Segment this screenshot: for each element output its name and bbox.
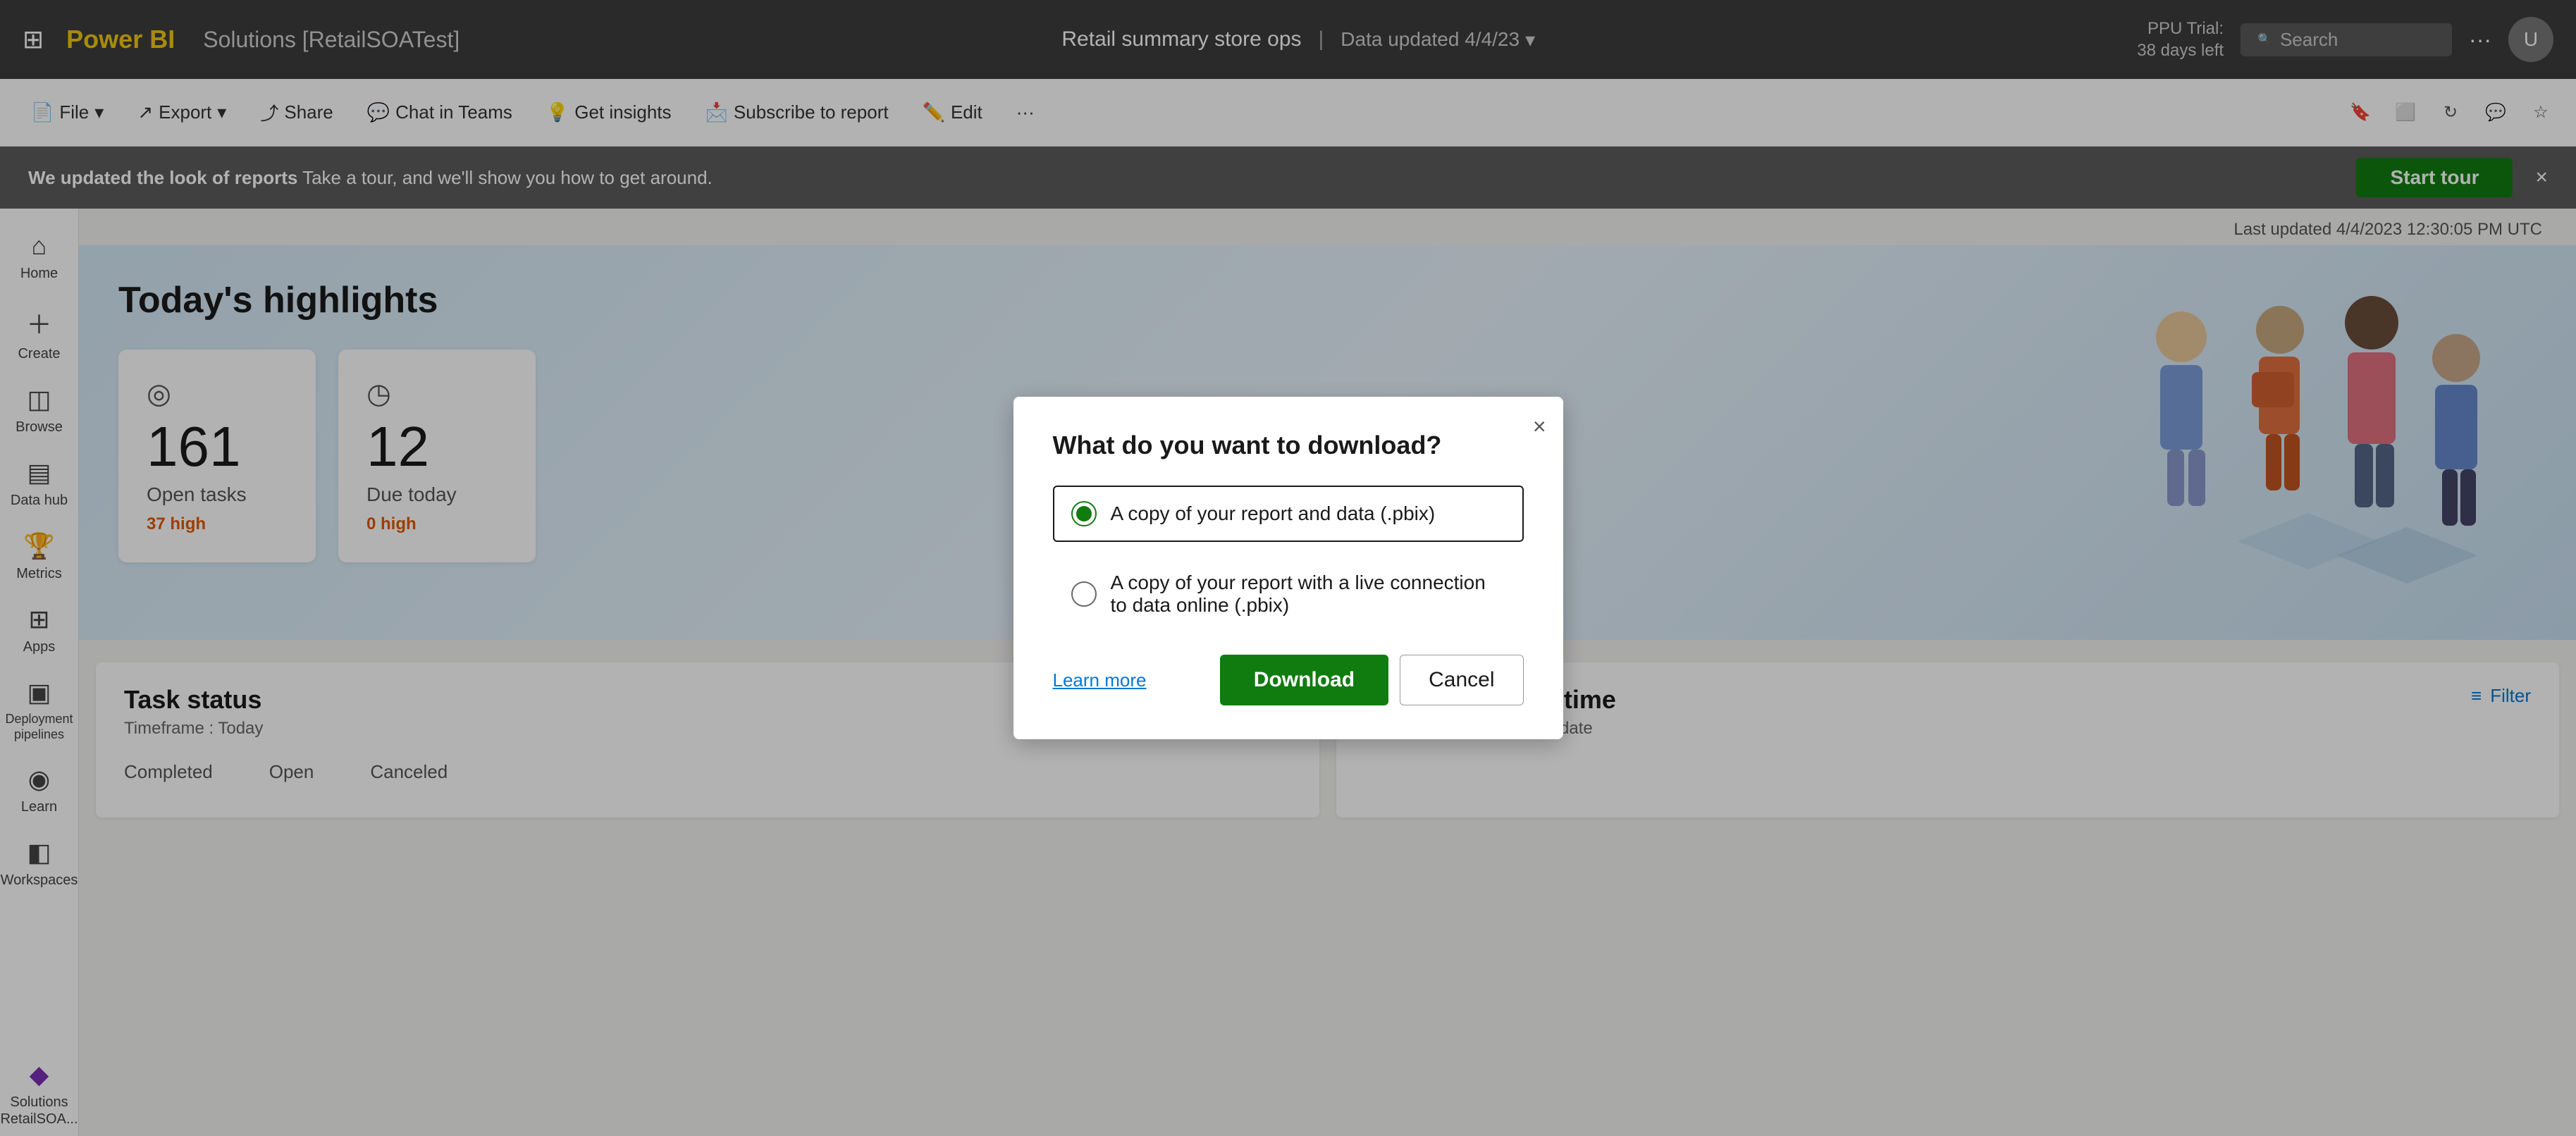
modal-actions: Download Cancel <box>1220 655 1524 705</box>
download-button[interactable]: Download <box>1220 655 1388 705</box>
download-modal: × What do you want to download? A copy o… <box>1013 397 1563 739</box>
modal-title: What do you want to download? <box>1053 431 1524 460</box>
radio-option-2[interactable]: A copy of your report with a live connec… <box>1053 556 1524 632</box>
modal-overlay: × What do you want to download? A copy o… <box>0 0 2576 1136</box>
modal-close-button[interactable]: × <box>1533 414 1546 440</box>
modal-footer: Learn more Download Cancel <box>1053 655 1524 705</box>
radio-circle-2 <box>1071 581 1097 607</box>
learn-more-link[interactable]: Learn more <box>1053 669 1147 691</box>
cancel-button[interactable]: Cancel <box>1400 655 1523 705</box>
radio-option-1[interactable]: A copy of your report and data (.pbix) <box>1053 486 1524 542</box>
radio-circle-1 <box>1071 501 1097 526</box>
radio-label-1: A copy of your report and data (.pbix) <box>1111 502 1436 525</box>
radio-label-2: A copy of your report with a live connec… <box>1111 572 1505 617</box>
